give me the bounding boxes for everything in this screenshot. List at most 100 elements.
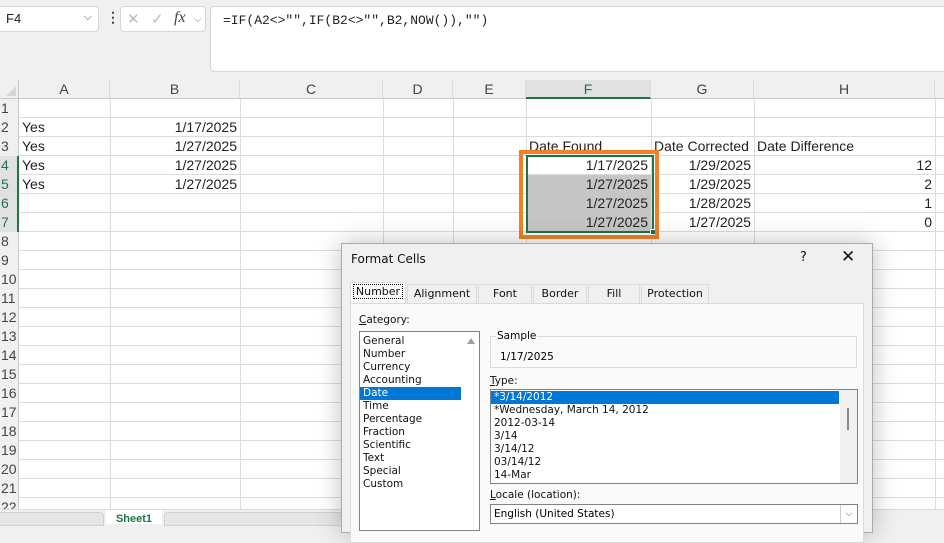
- tab-fill[interactable]: Fill: [588, 284, 640, 303]
- row-header-9[interactable]: 9: [0, 251, 19, 270]
- locale-value: English (United States): [494, 508, 615, 520]
- cell-g7[interactable]: 1/27/2025: [651, 213, 754, 232]
- row-header-21[interactable]: 21: [0, 479, 19, 498]
- sheet-tab-active[interactable]: Sheet1: [106, 510, 162, 524]
- type-item[interactable]: 3/14: [491, 430, 839, 443]
- column-header-f[interactable]: F: [526, 80, 651, 99]
- more-options-icon[interactable]: ⋮: [106, 9, 120, 26]
- name-box[interactable]: F4 ⌵: [0, 6, 99, 32]
- sample-value: 1/17/2025: [500, 351, 554, 363]
- column-header-e[interactable]: E: [453, 80, 526, 99]
- type-item[interactable]: *3/14/2012: [491, 391, 839, 404]
- locale-select[interactable]: English (United States) ⌵: [490, 504, 858, 524]
- tab-border[interactable]: Border: [533, 284, 587, 303]
- column-header-a[interactable]: A: [19, 80, 110, 99]
- tab-protection[interactable]: Protection: [641, 284, 709, 303]
- cell-b3[interactable]: 1/27/2025: [110, 137, 240, 156]
- category-item[interactable]: Date: [360, 387, 461, 400]
- row-header-7[interactable]: 7: [0, 213, 19, 232]
- row-header-6[interactable]: 6: [0, 194, 19, 213]
- chevron-down-icon[interactable]: ⌵: [84, 11, 92, 24]
- row-header-2[interactable]: 2: [0, 118, 19, 137]
- close-icon[interactable]: ✕: [841, 247, 855, 267]
- type-item[interactable]: 2012-03-14: [491, 417, 839, 430]
- cell-h5[interactable]: 2: [754, 175, 935, 194]
- row-header-12[interactable]: 12: [0, 308, 19, 327]
- type-item[interactable]: 03/14/12: [491, 456, 839, 469]
- category-item[interactable]: Custom: [360, 478, 461, 491]
- number-tab-panel: Category: General Number Currency Accountin…: [350, 303, 864, 543]
- cell-a5[interactable]: Yes: [19, 175, 110, 194]
- sheet-nav-area[interactable]: [0, 512, 104, 526]
- cell-g4[interactable]: 1/29/2025: [651, 156, 754, 175]
- chevron-down-icon[interactable]: ⌵: [840, 505, 857, 523]
- formula-buttons: ✕ ✓ fx ⌵: [120, 6, 206, 32]
- cell-h7[interactable]: 0: [754, 213, 935, 232]
- category-item[interactable]: Currency: [360, 361, 461, 374]
- category-item[interactable]: Fraction: [360, 426, 461, 439]
- tab-font[interactable]: Font: [478, 284, 532, 303]
- type-item[interactable]: 14-Mar: [491, 469, 839, 482]
- row-header-3[interactable]: 3: [0, 137, 19, 156]
- row-header-5[interactable]: 5: [0, 175, 19, 194]
- column-header-b[interactable]: B: [110, 80, 240, 99]
- category-item[interactable]: Text: [360, 452, 461, 465]
- type-list-scrollbar[interactable]: [840, 390, 857, 483]
- row-header-10[interactable]: 10: [0, 270, 19, 289]
- row-header-20[interactable]: 20: [0, 460, 19, 479]
- type-item[interactable]: 3/14/12: [491, 443, 839, 456]
- type-item[interactable]: *Wednesday, March 14, 2012: [491, 404, 839, 417]
- chevron-down-icon[interactable]: ⌵: [194, 14, 202, 25]
- enter-check-icon[interactable]: ✓: [151, 10, 164, 28]
- cell-b2[interactable]: 1/17/2025: [110, 118, 240, 137]
- tab-alignment[interactable]: Alignment: [407, 284, 477, 303]
- category-item[interactable]: Scientific: [360, 439, 461, 452]
- category-item[interactable]: Accounting: [360, 374, 461, 387]
- cell-a2[interactable]: Yes: [19, 118, 110, 137]
- row-header-4[interactable]: 4: [0, 156, 19, 175]
- help-icon[interactable]: ?: [800, 250, 807, 265]
- type-list[interactable]: *3/14/2012 *Wednesday, March 14, 2012 2012…: [490, 389, 858, 484]
- cell-b4[interactable]: 1/27/2025: [110, 156, 240, 175]
- cell-h6[interactable]: 1: [754, 194, 935, 213]
- row-header-14[interactable]: 14: [0, 346, 19, 365]
- insert-function-icon[interactable]: fx: [174, 9, 186, 27]
- scrollbar-thumb[interactable]: [847, 408, 849, 430]
- cell-a4[interactable]: Yes: [19, 156, 110, 175]
- formula-bar-area: F4 ⌵ ⋮ ✕ ✓ fx ⌵ =IF(A2<>"",IF(B2<>"",B2,…: [0, 0, 944, 80]
- row-header-13[interactable]: 13: [0, 327, 19, 346]
- category-item[interactable]: General: [360, 335, 461, 348]
- cancel-icon[interactable]: ✕: [127, 10, 140, 28]
- sample-label: Sample: [496, 330, 538, 342]
- column-header-i[interactable]: [935, 80, 944, 99]
- column-header-g[interactable]: G: [651, 80, 754, 99]
- category-list[interactable]: General Number Currency Accounting Date Time P…: [359, 331, 480, 531]
- column-header-c[interactable]: C: [240, 80, 383, 99]
- cell-a3[interactable]: Yes: [19, 137, 110, 156]
- formula-input[interactable]: =IF(A2<>"",IF(B2<>"",B2,NOW()),""): [210, 6, 944, 72]
- tab-number[interactable]: Number: [350, 282, 406, 303]
- category-item[interactable]: Percentage: [360, 413, 461, 426]
- cell-g5[interactable]: 1/29/2025: [651, 175, 754, 194]
- category-item[interactable]: Time: [360, 400, 461, 413]
- cell-b5[interactable]: 1/27/2025: [110, 175, 240, 194]
- row-header-17[interactable]: 17: [0, 403, 19, 422]
- select-all-button[interactable]: [0, 80, 19, 99]
- row-header-11[interactable]: 11: [0, 289, 19, 308]
- cell-g3[interactable]: Date Corrected: [651, 137, 754, 156]
- row-header-15[interactable]: 15: [0, 365, 19, 384]
- column-header-h[interactable]: H: [754, 80, 935, 99]
- scroll-up-icon[interactable]: [467, 338, 475, 344]
- row-header-1[interactable]: 1: [0, 99, 19, 118]
- row-header-19[interactable]: 19: [0, 441, 19, 460]
- category-item[interactable]: Special: [360, 465, 461, 478]
- category-item[interactable]: Number: [360, 348, 461, 361]
- cell-h4[interactable]: 12: [754, 156, 935, 175]
- cell-g6[interactable]: 1/28/2025: [651, 194, 754, 213]
- column-header-d[interactable]: D: [383, 80, 453, 99]
- sheet-tab-area[interactable]: [164, 512, 344, 526]
- row-header-16[interactable]: 16: [0, 384, 19, 403]
- cell-h3[interactable]: Date Difference: [754, 137, 935, 156]
- row-header-18[interactable]: 18: [0, 422, 19, 441]
- row-header-8[interactable]: 8: [0, 232, 19, 251]
